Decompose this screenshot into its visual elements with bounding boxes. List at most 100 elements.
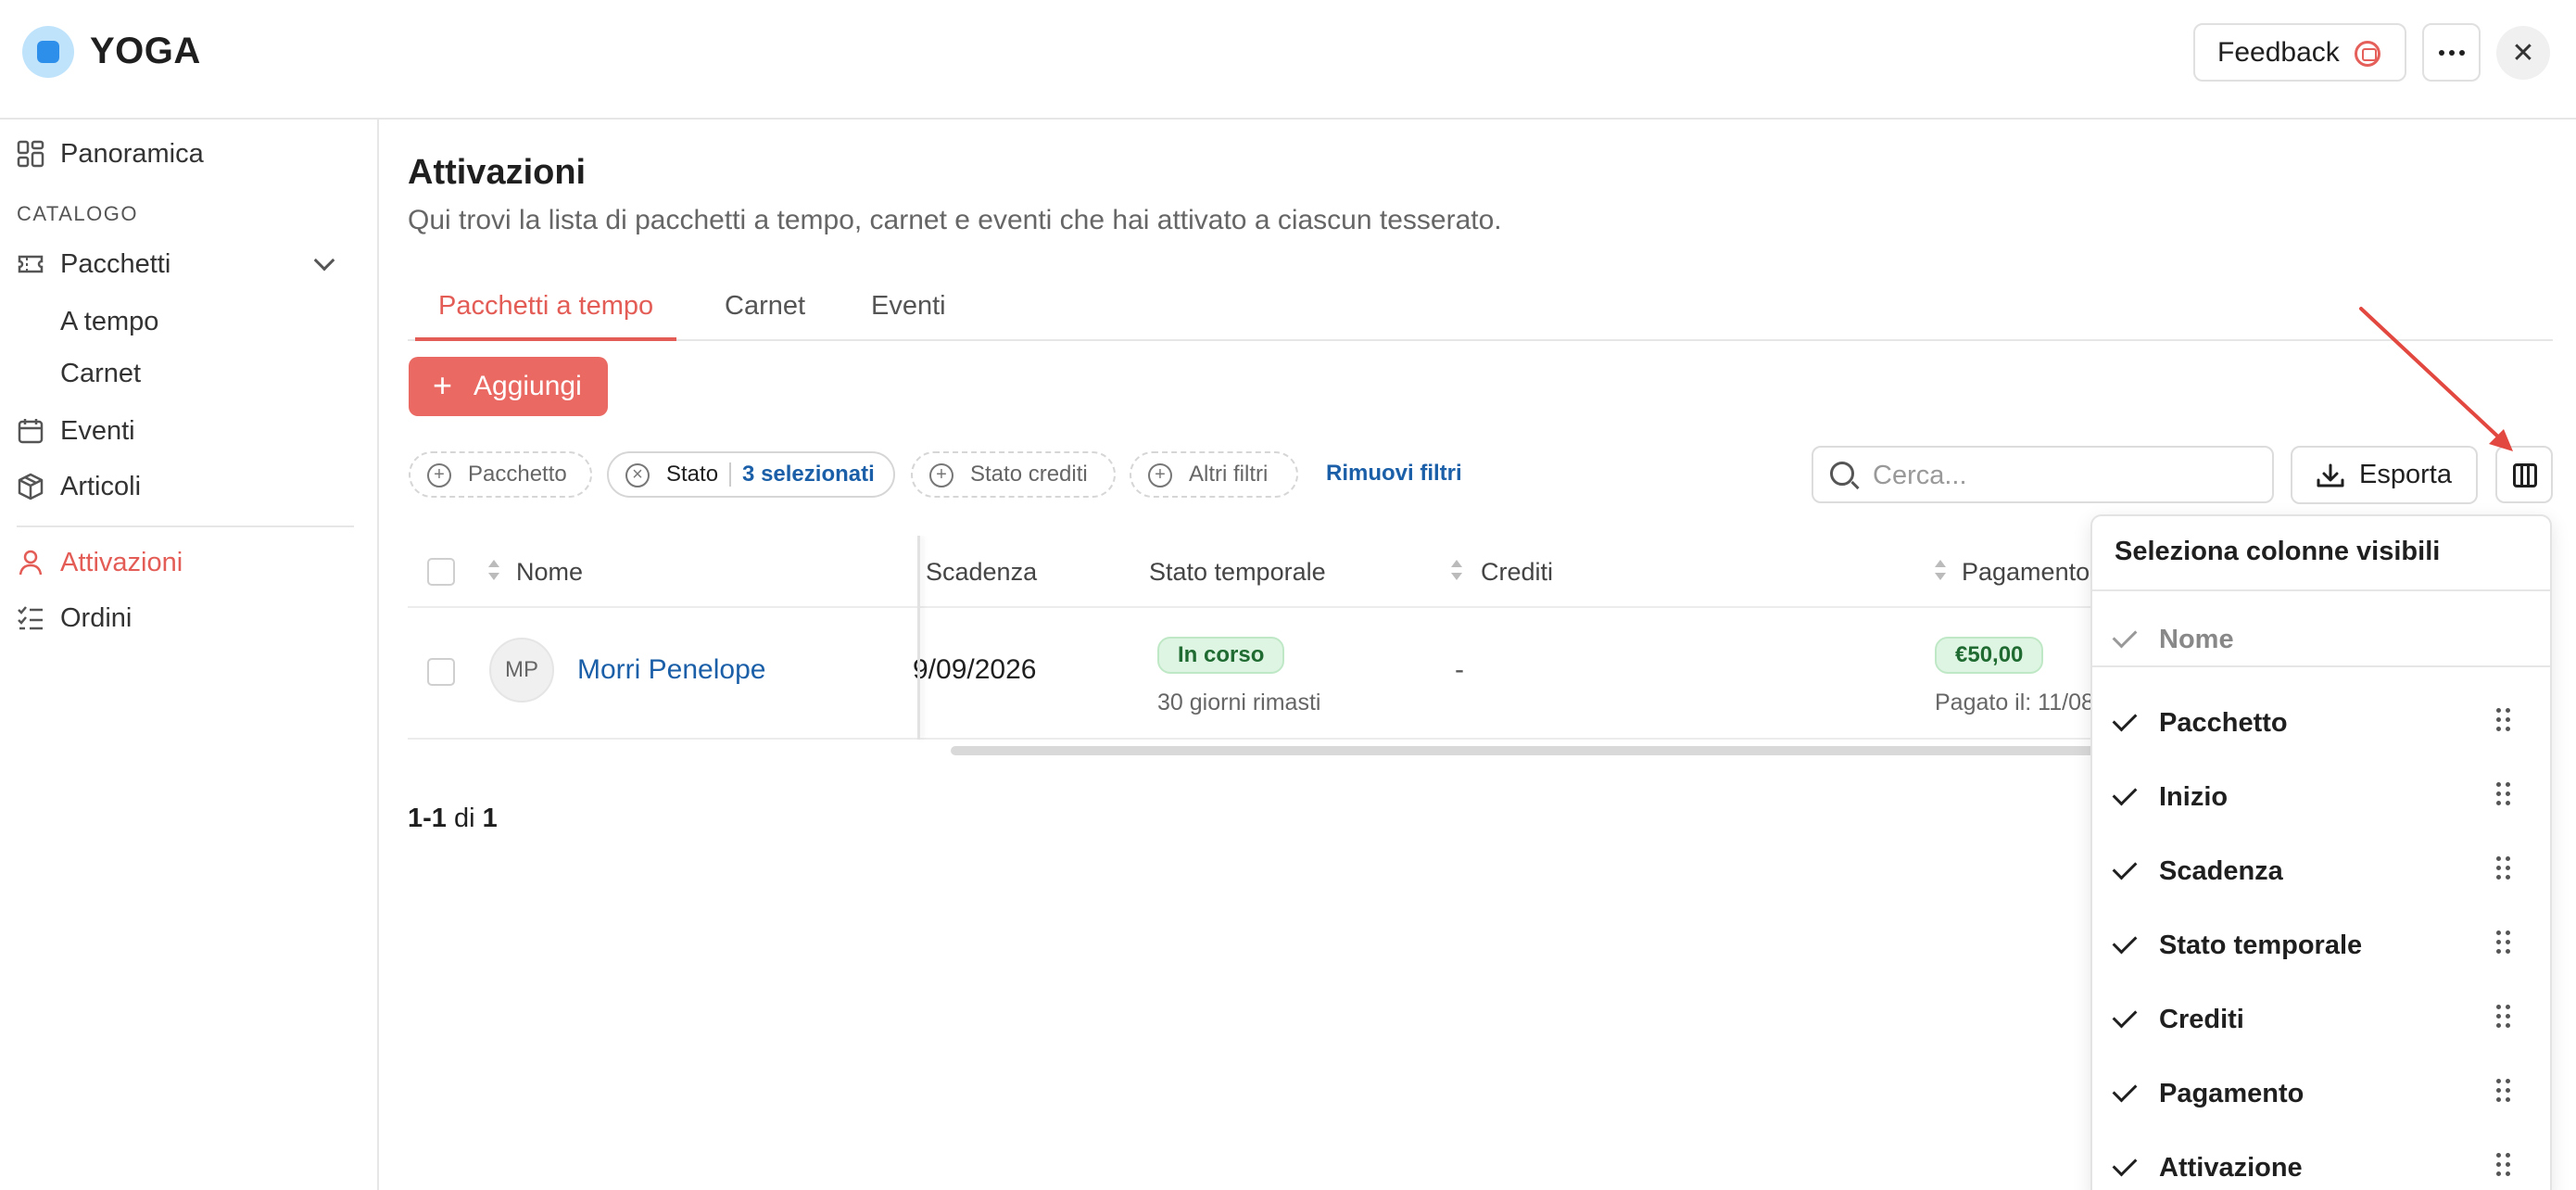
sort-icon[interactable] [1935, 560, 1946, 584]
filter-chip-other[interactable]: + Altri filtri [1130, 451, 1298, 498]
filter-chip-label: Altri filtri [1189, 462, 1269, 487]
sidebar-item-label: Attivazioni [60, 547, 183, 577]
column-option-time-status[interactable]: Stato temporale [2092, 912, 2550, 986]
drag-handle-icon[interactable] [2496, 708, 2511, 734]
plus-circle-icon: + [1148, 463, 1172, 487]
check-icon [2112, 855, 2138, 880]
more-options-button[interactable] [2422, 23, 2481, 82]
sidebar-item-label: Eventi [60, 415, 135, 446]
sort-icon[interactable] [1451, 560, 1462, 584]
panel-divider [2092, 665, 2550, 667]
checklist-icon [17, 604, 44, 632]
chevron-down-icon [313, 249, 335, 272]
table-header-row: Nome Scadenza Stato temporale Crediti Pa… [408, 536, 2103, 608]
x-circle-icon: × [625, 463, 650, 487]
remove-filters-link[interactable]: Rimuovi filtri [1326, 461, 1462, 487]
column-header-expiry[interactable]: Scadenza [926, 558, 1037, 587]
add-button-label: Aggiungi [474, 371, 582, 401]
row-checkbox[interactable] [427, 658, 455, 686]
sidebar-item-orders[interactable]: Ordini [17, 600, 132, 637]
sidebar-item-articles[interactable]: Articoli [17, 468, 141, 505]
payment-badge: €50,00 [1935, 637, 2044, 674]
sidebar-item-packages[interactable]: Pacchetti [17, 246, 360, 283]
sidebar-item-label: Pacchetti [60, 248, 171, 279]
calendar-icon [17, 417, 44, 445]
ticket-icon [17, 250, 44, 278]
avatar: MP [489, 638, 554, 703]
check-icon [2112, 1077, 2138, 1103]
column-option-label: Pacchetto [2159, 708, 2288, 738]
page-subtitle: Qui trovi la lista di pacchetti a tempo,… [408, 205, 1502, 235]
filter-chip-selected: 3 selezionati [742, 462, 875, 487]
column-header-name[interactable]: Nome [516, 558, 583, 587]
plus-circle-icon: + [427, 463, 451, 487]
sidebar-item-label: Ordini [60, 602, 133, 633]
pagination-range: 1-1 [408, 804, 447, 833]
sidebar-section-catalog: CATALOGO [17, 202, 138, 225]
tab-time-packages[interactable]: Pacchetti a tempo [415, 291, 677, 341]
horizontal-scrollbar[interactable] [951, 746, 2103, 755]
drag-handle-icon[interactable] [2496, 1153, 2511, 1179]
check-icon [2112, 623, 2138, 649]
tab-events[interactable]: Eventi [871, 291, 946, 341]
column-option-label: Inizio [2159, 782, 2229, 812]
drag-handle-icon[interactable] [2496, 1079, 2511, 1105]
more-dot-icon [2438, 49, 2444, 56]
column-option-activation[interactable]: Attivazione [2092, 1134, 2550, 1190]
column-header-time-status[interactable]: Stato temporale [1149, 558, 1326, 587]
panel-divider [2092, 589, 2550, 591]
column-option-expiry[interactable]: Scadenza [2092, 838, 2550, 912]
feedback-chat-icon [2355, 41, 2380, 67]
tab-carnet[interactable]: Carnet [725, 291, 805, 341]
sidebar-subitem-carnet[interactable]: Carnet [60, 359, 141, 389]
filter-chip-label: Stato [666, 462, 719, 487]
dashboard-icon [17, 140, 44, 168]
table-row[interactable]: MP Morri Penelope 9/09/2026 In corso 30 … [408, 608, 2103, 740]
box-icon [17, 473, 44, 500]
check-icon [2112, 706, 2138, 732]
column-option-payment[interactable]: Pagamento [2092, 1060, 2550, 1134]
drag-handle-icon[interactable] [2496, 930, 2511, 956]
sidebar-item-events[interactable]: Eventi [17, 412, 135, 449]
search-input[interactable] [1873, 457, 2262, 494]
plus-icon: + [433, 366, 453, 404]
status-detail: 30 giorni rimasti [1157, 690, 1321, 715]
drag-handle-icon[interactable] [2496, 1005, 2511, 1031]
user-icon [17, 549, 44, 576]
filter-chip-package[interactable]: + Pacchetto [409, 451, 592, 498]
drag-handle-icon[interactable] [2496, 782, 2511, 808]
sidebar-item-activations[interactable]: Attivazioni [17, 544, 183, 581]
check-icon [2112, 1151, 2138, 1177]
sidebar-item-overview[interactable]: Panoramica [17, 135, 204, 172]
drag-handle-icon[interactable] [2496, 856, 2511, 882]
feedback-button[interactable]: Feedback [2193, 23, 2406, 82]
column-header-credits[interactable]: Crediti [1481, 558, 1553, 587]
filter-chip-status[interactable]: × Stato 3 selezionati [607, 451, 895, 498]
sort-icon[interactable] [488, 560, 499, 584]
column-option-label: Stato temporale [2159, 930, 2363, 960]
column-option-credits[interactable]: Crediti [2092, 986, 2550, 1060]
check-icon [2112, 1003, 2138, 1029]
column-option-package[interactable]: Pacchetto [2092, 690, 2550, 764]
column-option-start[interactable]: Inizio [2092, 764, 2550, 838]
search-box [1812, 446, 2274, 503]
tab-bar: Pacchetti a tempo Carnet Eventi [408, 278, 2553, 341]
column-header-payment[interactable]: Pagamento [1962, 558, 2090, 587]
add-button[interactable]: + Aggiungi [409, 357, 608, 416]
column-option-label: Nome [2159, 625, 2234, 654]
sidebar-divider [17, 525, 354, 527]
filter-chip-credit-status[interactable]: + Stato crediti [911, 451, 1116, 498]
app-title: YOGA [90, 31, 201, 71]
sidebar-subitem-time[interactable]: A tempo [60, 307, 158, 337]
column-option-label: Scadenza [2159, 856, 2283, 886]
close-button[interactable]: ✕ [2496, 26, 2550, 80]
select-all-checkbox[interactable] [427, 558, 455, 586]
page-title: Attivazioni [408, 153, 587, 192]
more-dot-icon [2448, 49, 2455, 56]
panel-title: Seleziona colonne visibili [2115, 537, 2441, 566]
plus-circle-icon: + [929, 463, 953, 487]
filter-chip-label: Stato crediti [970, 462, 1088, 487]
member-name-link[interactable]: Morri Penelope [577, 654, 765, 686]
check-icon [2112, 780, 2138, 806]
activations-table: Nome Scadenza Stato temporale Crediti Pa… [408, 536, 2103, 758]
